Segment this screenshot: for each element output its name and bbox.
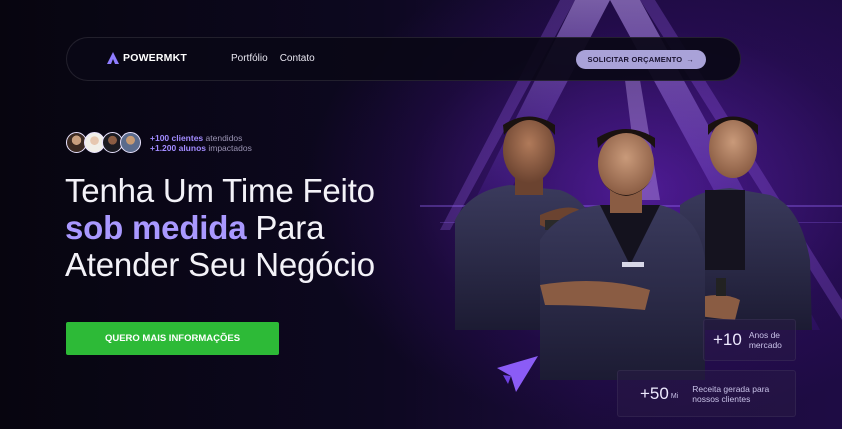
stat-suffix: Mi	[670, 393, 679, 400]
headline-line-1: Tenha Um Time Feito	[65, 172, 375, 209]
nav-links: Portfólio Contato	[231, 53, 315, 64]
headline-line-2: sob medida Para	[65, 209, 325, 246]
social-proof-text: +100 clientes atendidos +1.200 alunos im…	[150, 133, 252, 153]
arrow-right-icon: →	[686, 55, 694, 64]
avatar-group	[66, 132, 141, 153]
clients-served: +100 clientes atendidos	[150, 132, 243, 143]
stat-value: +10	[713, 330, 742, 349]
person-center	[540, 129, 705, 380]
social-proof: +100 clientes atendidos +1.200 alunos im…	[66, 132, 252, 153]
avatar	[120, 132, 141, 153]
headline-accent: sob medida	[65, 209, 247, 246]
hero-headline: Tenha Um Time Feito sob medida Para Aten…	[65, 172, 375, 283]
paper-plane-icon	[497, 356, 538, 392]
hero-section: POWERMKT Portfólio Contato SOLICITAR ORÇ…	[0, 0, 842, 429]
powermkt-logo-icon	[107, 52, 119, 64]
stat-label: Receita gerada para nossos clientes	[692, 383, 770, 404]
students-impacted: +1.200 alunos impactados	[150, 142, 252, 153]
nav-link-contato[interactable]: Contato	[280, 53, 315, 64]
headline-line-3: Atender Seu Negócio	[65, 246, 375, 283]
nav-link-portfolio[interactable]: Portfólio	[231, 53, 268, 64]
stat-card-years: +10 Anos de mercado	[703, 319, 796, 361]
request-quote-button[interactable]: SOLICITAR ORÇAMENTO →	[575, 50, 706, 69]
more-info-button[interactable]: QUERO MAIS INFORMAÇÕES	[66, 322, 279, 355]
request-quote-label: SOLICITAR ORÇAMENTO	[587, 55, 683, 64]
navbar: POWERMKT Portfólio Contato SOLICITAR ORÇ…	[66, 37, 741, 81]
logo[interactable]: POWERMKT	[107, 52, 187, 64]
logo-text: POWERMKT	[123, 52, 188, 64]
stat-card-revenue: +50 Mi Receita gerada para nossos client…	[617, 370, 796, 417]
stat-value: +50	[640, 383, 669, 403]
stat-label: Anos de mercado	[748, 330, 782, 350]
